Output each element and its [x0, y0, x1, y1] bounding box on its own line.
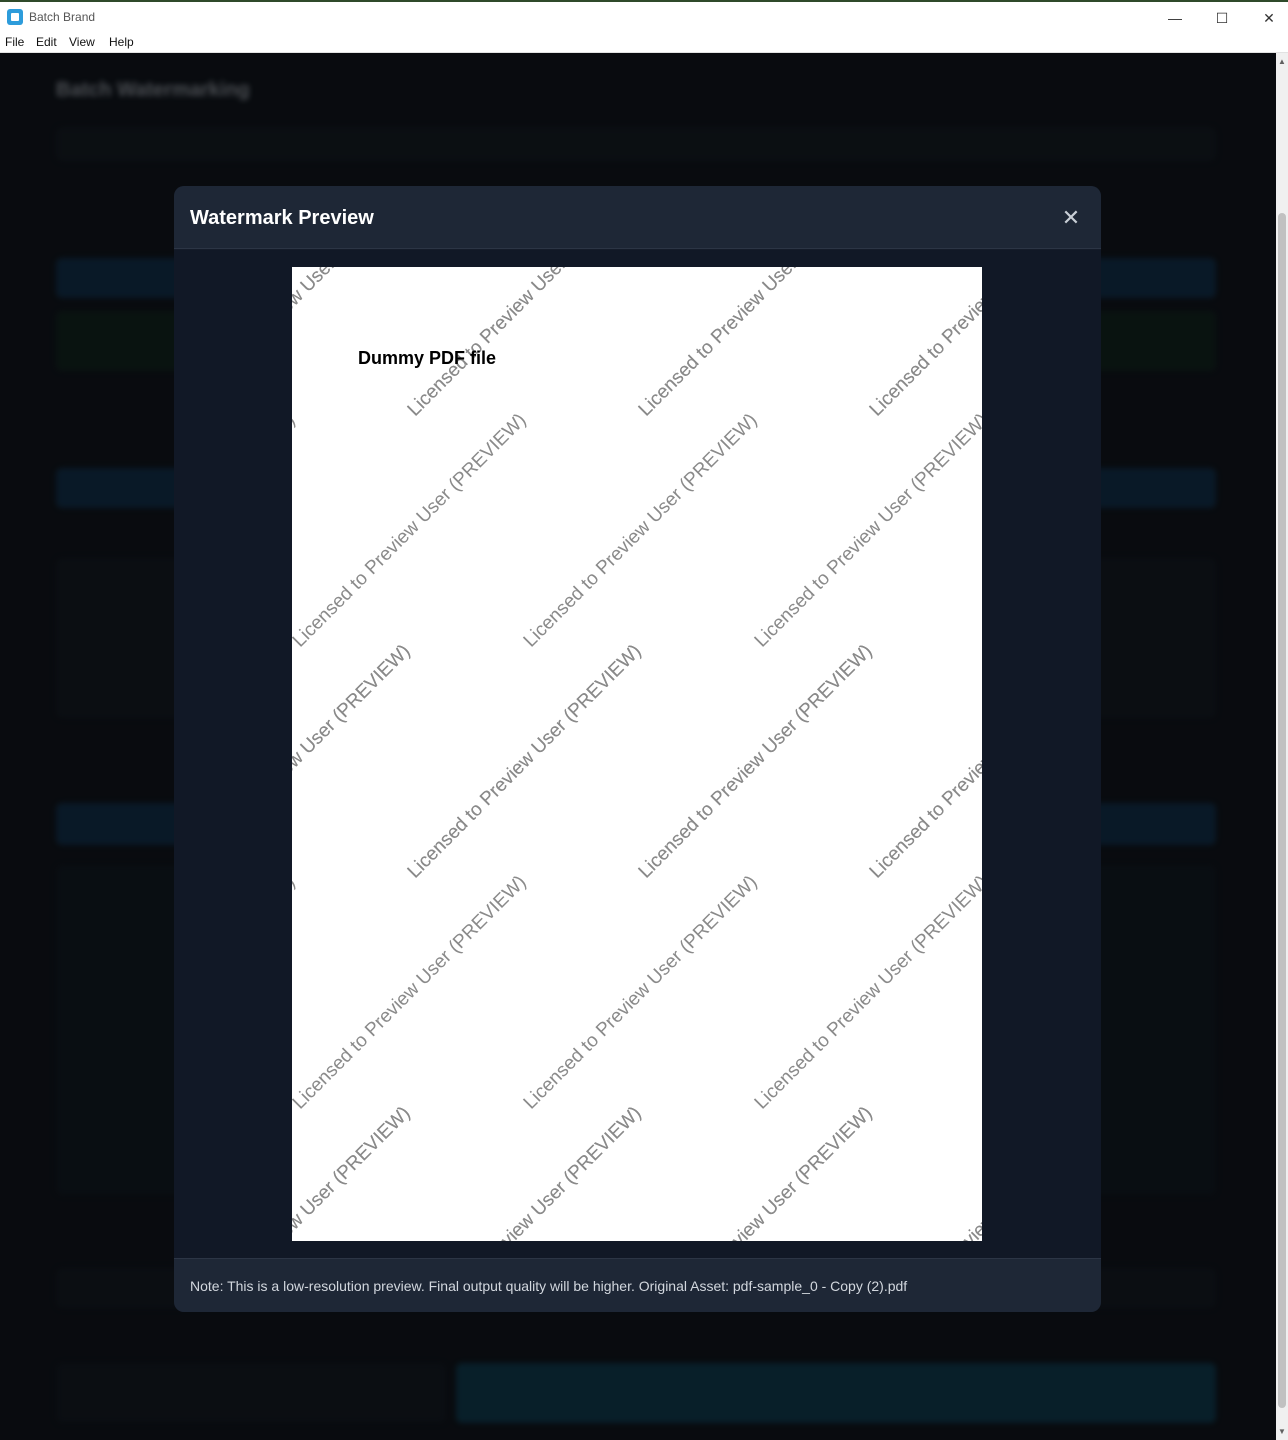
modal-footer: Note: This is a low-resolution preview. … — [174, 1258, 1101, 1312]
watermark-text: Licensed to Preview User (PREVIEW) — [292, 1103, 415, 1241]
watermark-text: Licensed to Preview User (PREVIEW) — [866, 267, 982, 421]
window-title: Batch Brand — [29, 10, 96, 24]
maximize-button[interactable]: ☐ — [1199, 2, 1245, 34]
menu-file[interactable]: File — [5, 35, 24, 49]
watermark-text: Licensed to Preview User (PREVIEW) — [292, 872, 531, 1114]
minimize-button[interactable]: — — [1152, 2, 1198, 34]
watermark-text: Licensed to Preview User (PREVIEW) — [292, 267, 415, 421]
modal-header: Watermark Preview ✕ — [174, 186, 1101, 249]
watermark-text: Licensed to Preview User (PREVIEW) — [751, 872, 982, 1114]
title-bar: Batch Brand — ☐ ✕ — [0, 0, 1288, 32]
watermark-text: Licensed to Preview User (PREVIEW) — [404, 1103, 646, 1241]
watermark-text: Licensed to Preview User (PREVIEW) — [520, 410, 762, 652]
watermark-text: Licensed to Preview User (PREVIEW) — [751, 410, 982, 652]
watermark-text: Licensed to Preview User (PREVIEW) — [292, 641, 415, 883]
watermark-text: Licensed to Preview User (PREVIEW) — [292, 872, 300, 1114]
watermark-text: Licensed to Preview User (PREVIEW) — [404, 267, 646, 421]
window-close-button[interactable]: ✕ — [1246, 2, 1288, 34]
close-icon[interactable]: ✕ — [1057, 204, 1085, 232]
menu-view[interactable]: View — [69, 35, 95, 49]
document-title: Dummy PDF file — [358, 348, 497, 368]
modal-body: Dummy PDF file Licensed to Preview User … — [174, 250, 1101, 1258]
app-icon — [7, 9, 23, 25]
watermark-text: Licensed to Preview User (PREVIEW) — [635, 267, 877, 421]
watermark-text: Licensed to Preview User (PREVIEW) — [866, 1103, 982, 1241]
watermark-text: Licensed to Preview User (PREVIEW) — [866, 641, 982, 883]
modal-title: Watermark Preview — [190, 207, 374, 229]
watermark-text: Licensed to Preview User (PREVIEW) — [635, 641, 877, 883]
watermark-text: Licensed to Preview User (PREVIEW) — [866, 641, 982, 883]
watermark-text: Licensed to Preview User (PREVIEW) — [635, 1103, 877, 1241]
preview-page: Dummy PDF file Licensed to Preview User … — [292, 267, 982, 1241]
watermark-text: Licensed to Preview User (PREVIEW) — [866, 1103, 982, 1241]
scrollbar-thumb[interactable] — [1278, 213, 1286, 1408]
menu-bar: File Edit View Help — [0, 32, 1288, 53]
scroll-down-icon[interactable]: ▼ — [1278, 1427, 1286, 1436]
watermark-text: Licensed to Preview User (PREVIEW) — [404, 641, 646, 883]
watermark-text: Licensed to Preview User (PREVIEW) — [292, 410, 531, 652]
preview-note: Note: This is a low-resolution preview. … — [190, 1278, 908, 1294]
watermark-text: Licensed to Preview User (PREVIEW) — [292, 641, 415, 883]
menu-edit[interactable]: Edit — [36, 35, 57, 49]
watermark-preview-modal: Watermark Preview ✕ Dummy PDF file Licen… — [174, 186, 1101, 1312]
scrollbar[interactable]: ▲ ▼ — [1276, 53, 1288, 1440]
watermark-layer: Licensed to Preview User (PREVIEW)Licens… — [292, 267, 982, 1241]
menu-help[interactable]: Help — [109, 35, 134, 49]
scroll-up-icon[interactable]: ▲ — [1278, 57, 1286, 66]
watermark-text: Licensed to Preview User (PREVIEW) — [292, 410, 300, 652]
watermark-text: Licensed to Preview User (PREVIEW) — [520, 872, 762, 1114]
